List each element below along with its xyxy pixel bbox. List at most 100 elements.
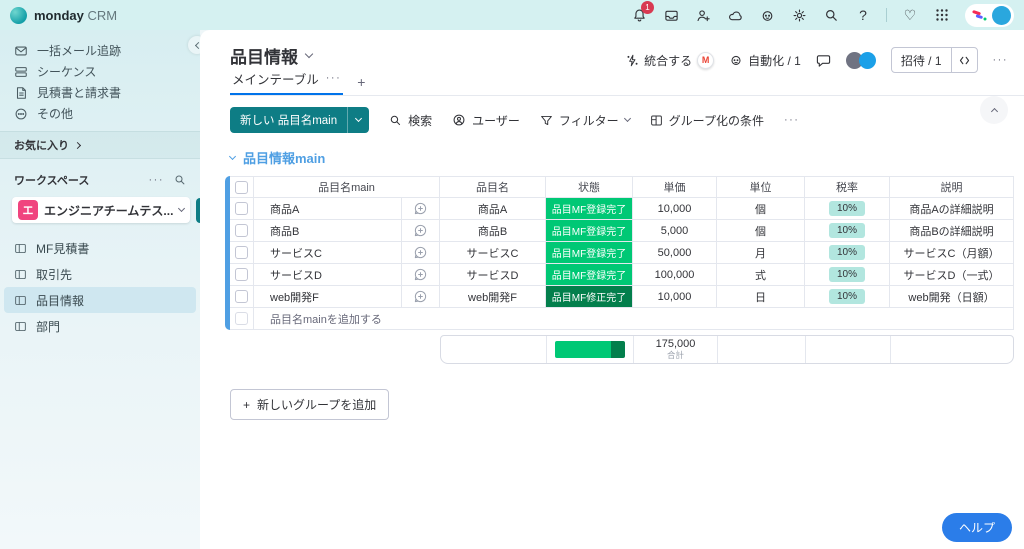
open-conversation-cell[interactable] <box>402 220 440 242</box>
filter-button[interactable]: フィルター <box>540 112 630 129</box>
status-distribution-cell[interactable] <box>547 336 634 363</box>
workspace-selector[interactable]: エ エンジニアチームテス... <box>12 197 190 223</box>
open-conversation-cell[interactable] <box>402 264 440 286</box>
search-icon[interactable] <box>822 6 840 24</box>
group-header[interactable]: 品目情報main <box>230 148 1024 167</box>
settings-gear-icon[interactable] <box>790 6 808 24</box>
status-cell[interactable]: 品目MF登録完了 <box>546 220 633 242</box>
description-cell[interactable]: 商品Bの詳細説明 <box>890 220 1014 242</box>
price-cell[interactable]: 100,000 <box>633 264 717 286</box>
tax-cell[interactable]: 10% <box>805 242 890 264</box>
automation-button[interactable]: 自動化 / 1 <box>729 52 801 69</box>
person-filter-button[interactable]: ユーザー <box>452 112 520 129</box>
description-cell[interactable]: 商品Aの詳細説明 <box>890 198 1014 220</box>
collapse-header-button[interactable] <box>980 96 1008 124</box>
brand[interactable]: monday CRM <box>10 7 117 24</box>
checkbox-cell[interactable] <box>230 308 254 330</box>
tax-cell[interactable]: 10% <box>805 286 890 308</box>
row-checkbox[interactable] <box>235 312 248 325</box>
add-conversation-icon[interactable] <box>413 267 428 282</box>
item-name-cell[interactable]: 商品B <box>254 220 402 242</box>
column-header-単価[interactable]: 単価 <box>633 176 717 198</box>
sidebar-board-部門[interactable]: 部門 <box>4 313 196 339</box>
add-item-label[interactable]: 品目名mainを追加する <box>254 308 1014 330</box>
sidebar-board-品目情報[interactable]: 品目情報 <box>4 287 196 313</box>
row-checkbox[interactable] <box>235 246 248 259</box>
price-cell[interactable]: 5,000 <box>633 220 717 242</box>
column-header-状態[interactable]: 状態 <box>546 176 633 198</box>
column-header-品目名main[interactable]: 品目名main <box>254 176 440 198</box>
favorites-section[interactable]: お気に入り <box>0 131 200 159</box>
row-checkbox[interactable] <box>235 202 248 215</box>
user-avatar[interactable] <box>992 6 1011 25</box>
row-checkbox[interactable] <box>235 268 248 281</box>
assistant-bot-icon[interactable] <box>758 6 776 24</box>
checkbox-cell[interactable] <box>230 264 254 286</box>
item-name-cell[interactable]: サービスD <box>254 264 402 286</box>
row-checkbox[interactable] <box>235 224 248 237</box>
sidebar-item-sequence[interactable]: シーケンス <box>14 61 200 82</box>
column-header-品目名[interactable]: 品目名 <box>440 176 546 198</box>
unit-cell[interactable]: 個 <box>717 220 805 242</box>
sidebar-item-quotes-invoices[interactable]: 見積書と請求書 <box>14 82 200 103</box>
column-header-説明[interactable]: 説明 <box>890 176 1014 198</box>
column-header-税率[interactable]: 税率 <box>805 176 890 198</box>
new-item-caret[interactable] <box>347 107 369 133</box>
board-options-icon[interactable]: ··· <box>993 55 1009 66</box>
description-cell[interactable]: サービスC（月額） <box>890 242 1014 264</box>
description-cell[interactable]: サービスD（一式） <box>890 264 1014 286</box>
price-cell[interactable]: 10,000 <box>633 198 717 220</box>
chat-button[interactable] <box>816 53 831 68</box>
workspace-search-icon[interactable] <box>174 174 186 186</box>
status-cell[interactable]: 品目MF登録完了 <box>546 264 633 286</box>
account-pill[interactable] <box>965 4 1014 27</box>
sidebar-board-取引先[interactable]: 取引先 <box>4 261 196 287</box>
add-view-button[interactable]: + <box>357 74 365 90</box>
add-conversation-icon[interactable] <box>413 201 428 216</box>
sidebar-item-bulk-email-tracking[interactable]: 一括メール追跡 <box>14 40 200 61</box>
integrate-button[interactable]: 統合する M <box>626 52 714 69</box>
item-name-column-cell[interactable]: web開発F <box>440 286 546 308</box>
toolbar-more-icon[interactable]: ··· <box>784 115 800 126</box>
open-conversation-cell[interactable] <box>402 242 440 264</box>
notifications-bell-icon[interactable]: 1 <box>630 6 648 24</box>
whats-new-icon[interactable] <box>726 6 744 24</box>
open-conversation-cell[interactable] <box>402 286 440 308</box>
sidebar-board-MF見積書[interactable]: MF見積書 <box>4 235 196 261</box>
tax-cell[interactable]: 10% <box>805 264 890 286</box>
item-name-column-cell[interactable]: サービスD <box>440 264 546 286</box>
unit-cell[interactable]: 月 <box>717 242 805 264</box>
row-checkbox[interactable] <box>235 181 248 194</box>
item-name-column-cell[interactable]: サービスC <box>440 242 546 264</box>
unit-cell[interactable]: 個 <box>717 198 805 220</box>
favorites-heart-icon[interactable]: ♡ <box>901 6 919 24</box>
group-title[interactable]: 品目情報main <box>243 148 325 167</box>
checkbox-cell[interactable] <box>230 242 254 264</box>
copy-link-icon[interactable] <box>951 48 977 72</box>
group-caret-icon[interactable] <box>229 152 236 159</box>
tax-cell[interactable]: 10% <box>805 220 890 242</box>
column-header-単位[interactable]: 単位 <box>717 176 805 198</box>
item-name-cell[interactable]: サービスC <box>254 242 402 264</box>
new-item-button[interactable]: 新しい 品目名main <box>230 107 369 133</box>
presence-toggle[interactable] <box>846 52 876 69</box>
add-conversation-icon[interactable] <box>413 289 428 304</box>
item-name-cell[interactable]: web開発F <box>254 286 402 308</box>
inbox-icon[interactable] <box>662 6 680 24</box>
checkbox-cell[interactable] <box>230 220 254 242</box>
price-total-cell[interactable]: 175,000 合計 <box>634 336 718 363</box>
status-cell[interactable]: 品目MF登録完了 <box>546 198 633 220</box>
tab-main-table[interactable]: メインテーブル ··· <box>230 69 343 95</box>
item-name-cell[interactable]: 商品A <box>254 198 402 220</box>
invite-button[interactable]: 招待 / 1 <box>892 48 951 72</box>
help-button[interactable]: ヘルプ <box>942 513 1012 542</box>
item-name-column-cell[interactable]: 商品A <box>440 198 546 220</box>
add-group-button[interactable]: + 新しいグループを追加 <box>230 389 389 420</box>
help-icon[interactable]: ? <box>854 6 872 24</box>
unit-cell[interactable]: 日 <box>717 286 805 308</box>
invite-members-icon[interactable] <box>694 6 712 24</box>
tab-options-icon[interactable]: ··· <box>326 73 342 84</box>
price-cell[interactable]: 50,000 <box>633 242 717 264</box>
sidebar-item-others[interactable]: その他 <box>14 103 200 124</box>
description-cell[interactable]: web開発（日額） <box>890 286 1014 308</box>
